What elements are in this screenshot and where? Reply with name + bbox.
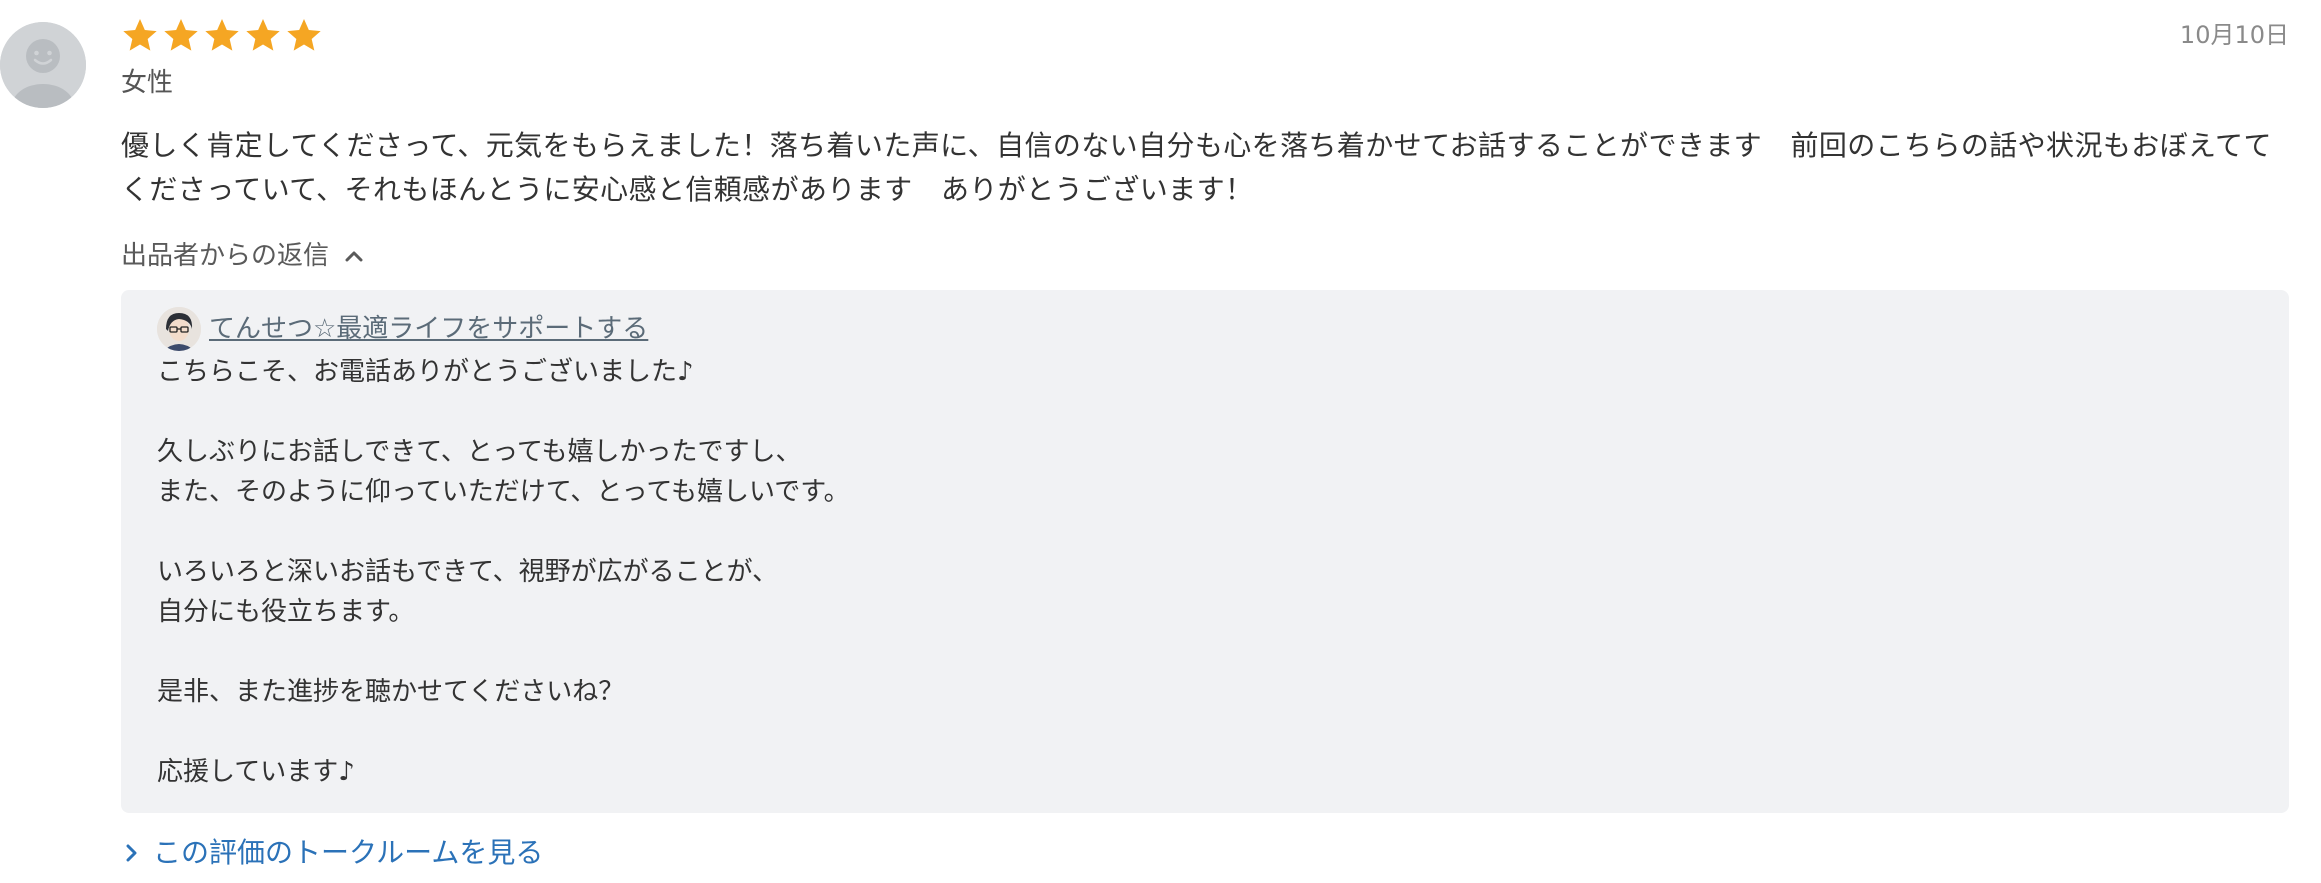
seller-reply-box: てんせつ☆最適ライフをサポートする こちらこそ、お電話ありがとうございました♪ 久… bbox=[121, 290, 2289, 813]
star-rating bbox=[120, 16, 324, 56]
star-icon bbox=[205, 19, 239, 51]
reviewer-avatar bbox=[0, 22, 86, 108]
reply-line: また、そのように仰っていただけて、とっても嬉しいです。 bbox=[157, 477, 850, 507]
star-icon bbox=[246, 19, 280, 51]
reply-line: こちらこそ、お電話ありがとうございました♪ bbox=[157, 357, 694, 387]
reply-line bbox=[157, 392, 2257, 432]
review-date: 10月10日 bbox=[2179, 21, 2289, 49]
reply-line: 久しぶりにお話しできて、とっても嬉しかったですし、 bbox=[157, 437, 802, 467]
reply-line: 是非、また進捗を聴かせてくださいね？ bbox=[157, 677, 625, 707]
seller-reply-toggle-label: 出品者からの返信 bbox=[121, 241, 330, 271]
chevron-up-icon bbox=[345, 251, 363, 262]
seller-reply-toggle[interactable]: 出品者からの返信 bbox=[121, 238, 365, 274]
seller-reply-text: こちらこそ、お電話ありがとうございました♪ 久しぶりにお話しできて、とっても嬉しか… bbox=[157, 352, 2257, 792]
reply-line bbox=[157, 712, 2257, 752]
chevron-right-icon bbox=[126, 844, 137, 862]
view-talkroom-link[interactable]: この評価のトークルームを見る bbox=[121, 834, 543, 872]
view-talkroom-label: この評価のトークルームを見る bbox=[153, 836, 544, 869]
star-icon bbox=[164, 19, 198, 51]
seller-info: てんせつ☆最適ライフをサポートする bbox=[157, 307, 648, 351]
seller-avatar[interactable] bbox=[157, 307, 201, 351]
reply-line: いろいろと深いお話もできて、視野が広がることが、 bbox=[157, 557, 779, 587]
reply-line: 応援しています♪ bbox=[157, 757, 355, 787]
reply-line: 自分にも役立ちます。 bbox=[157, 597, 415, 627]
reply-line bbox=[157, 632, 2257, 672]
seller-name-link[interactable]: てんせつ☆最適ライフをサポートする bbox=[209, 311, 648, 347]
reply-line bbox=[157, 512, 2257, 552]
reviewer-gender: 女性 bbox=[121, 68, 174, 98]
review-text: 優しく肯定してくださって、元気をもらえました！落ち着いた声に、自信のない自分も心… bbox=[121, 129, 2272, 206]
star-icon bbox=[123, 19, 157, 51]
star-icon bbox=[287, 19, 321, 51]
